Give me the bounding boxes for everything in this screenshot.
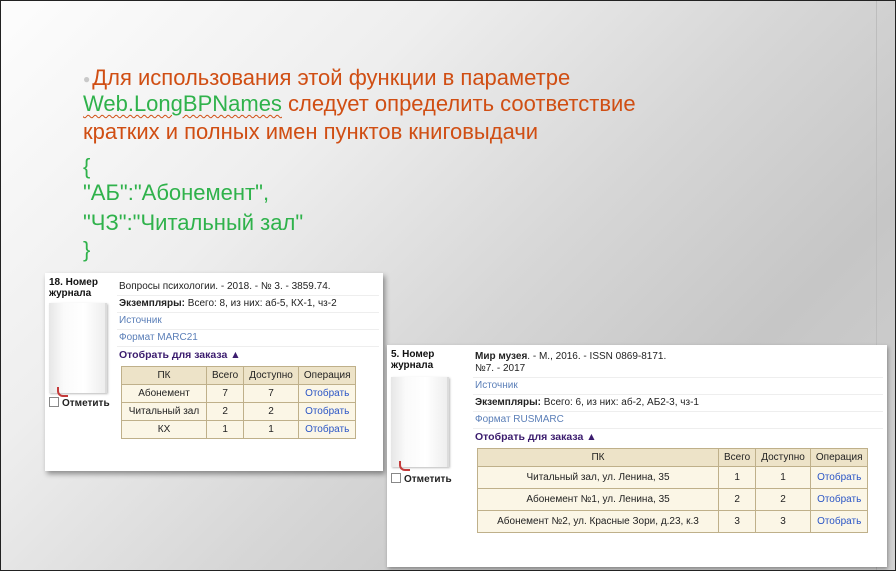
- source-link[interactable]: Источник: [117, 313, 379, 330]
- slide-line-1-text: Для использования этой функции в парамет…: [92, 65, 571, 90]
- slide: ●Для использования этой функции в параме…: [0, 0, 896, 571]
- table-cell: 2: [755, 488, 811, 511]
- table-cell: КХ: [121, 420, 207, 439]
- mapping-line-2: "ЧЗ":"Читальный зал": [83, 210, 304, 235]
- checkbox-icon[interactable]: [49, 397, 59, 407]
- table-row: Абонемент №1, ул. Ленина, 35 2 2 Отобрат…: [477, 488, 869, 511]
- slide-line-2: Web.LongBPNames следует определить соотв…: [83, 90, 636, 117]
- column-header: Доступно: [755, 448, 811, 467]
- brace-open: {: [83, 154, 91, 179]
- table-cell: Абонемент №1, ул. Ленина, 35: [477, 488, 719, 511]
- mark-label: Отметить: [404, 474, 452, 485]
- record-number: 18. Номер журнала: [49, 277, 98, 299]
- table-cell: 1: [205, 420, 245, 439]
- copies-value: Всего: 6, из них: аб-2, АБ2-3, чз-1: [541, 397, 699, 408]
- table-cell: Абонемент №2, ул. Красные Зори, д.23, к.…: [477, 510, 719, 533]
- table-cell: Абонемент: [121, 384, 207, 403]
- record-title-bold: Мир музея: [475, 351, 528, 362]
- table-row: Абонемент №2, ул. Красные Зори, д.23, к.…: [477, 510, 869, 533]
- card-2-info: Мир музея. - М., 2016. - ISSN 0869-8171.…: [473, 351, 883, 533]
- column-header: Операция: [809, 448, 869, 467]
- record-title-issue: №7. - 2017: [475, 363, 526, 374]
- record-number: 5. Номер журнала: [391, 349, 435, 371]
- table-cell: 1: [717, 466, 757, 489]
- select-link[interactable]: Отобрать: [297, 420, 357, 439]
- slide-line-1: ●Для использования этой функции в параме…: [83, 64, 570, 93]
- select-link[interactable]: Отобрать: [297, 384, 357, 403]
- table-row: Читальный зал, ул. Ленина, 35 1 1 Отобра…: [477, 466, 869, 489]
- table-cell: Читальный зал, ул. Ленина, 35: [477, 466, 719, 489]
- table-row: Читальный зал 2 2 Отобрать: [121, 402, 357, 421]
- copies-line: Экземпляры: Всего: 8, из них: аб-5, КХ-1…: [117, 296, 379, 313]
- mark-label: Отметить: [62, 398, 110, 409]
- record-title-rest: . - М., 2016. - ISSN 0869-8171.: [527, 351, 667, 362]
- source-link[interactable]: Источник: [473, 378, 883, 395]
- mark-checkbox[interactable]: Отметить: [49, 397, 111, 409]
- card-1-info: Вопросы психологии. - 2018. - № 3. - 385…: [117, 279, 379, 439]
- table-cell: 2: [717, 488, 757, 511]
- table-cell: 7: [205, 384, 245, 403]
- select-link[interactable]: Отобрать: [809, 488, 869, 511]
- table-cell: 2: [205, 402, 245, 421]
- param-name: Web.LongBPNames: [83, 91, 282, 116]
- column-header: ПК: [121, 366, 207, 385]
- checkbox-icon[interactable]: [391, 473, 401, 483]
- slide-line-3: кратких и полных имен пунктов книговыдач…: [83, 119, 539, 144]
- record-card-2: 5. Номер журнала Отметить Мир музея. - М…: [387, 345, 887, 567]
- slide-line-2-text: следует определить соответствие: [281, 91, 636, 116]
- copies-line: Экземпляры: Всего: 6, из них: аб-2, АБ2-…: [473, 395, 883, 412]
- copies-value: Всего: 8, из них: аб-5, КХ-1, чз-2: [185, 298, 337, 309]
- copies-label: Экземпляры:: [475, 397, 541, 408]
- table-cell: 7: [243, 384, 299, 403]
- bp-table: ПК Всего Доступно Операция Абонемент 7 7…: [121, 366, 357, 439]
- bp-table: ПК Всего Доступно Операция Читальный зал…: [477, 448, 869, 533]
- mark-checkbox[interactable]: Отметить: [391, 473, 453, 485]
- table-header-row: ПК Всего Доступно Операция: [477, 448, 869, 467]
- select-link[interactable]: Отобрать: [809, 466, 869, 489]
- record-title: Вопросы психологии. - 2018. - № 3. - 385…: [117, 279, 379, 296]
- mapping-line-1: "АБ":"Абонемент",: [83, 180, 270, 205]
- table-cell: 3: [755, 510, 811, 533]
- copies-label: Экземпляры:: [119, 298, 185, 309]
- column-header: Всего: [717, 448, 757, 467]
- table-cell: 1: [755, 466, 811, 489]
- card-2-sidebar: 5. Номер журнала Отметить: [391, 349, 453, 485]
- order-toggle[interactable]: Отобрать для заказа ▲: [473, 429, 883, 446]
- column-header: Доступно: [243, 366, 299, 385]
- select-link[interactable]: Отобрать: [297, 402, 357, 421]
- record-title: Мир музея. - М., 2016. - ISSN 0869-8171.…: [473, 351, 883, 378]
- format-link[interactable]: Формат RUSMARC: [473, 412, 883, 429]
- table-header-row: ПК Всего Доступно Операция: [121, 366, 357, 385]
- table-row: КХ 1 1 Отобрать: [121, 420, 357, 439]
- format-link[interactable]: Формат MARC21: [117, 330, 379, 347]
- column-header: ПК: [477, 448, 719, 467]
- table-cell: 2: [243, 402, 299, 421]
- table-cell: 1: [243, 420, 299, 439]
- column-header: Операция: [297, 366, 357, 385]
- order-toggle[interactable]: Отобрать для заказа ▲: [117, 347, 379, 364]
- table-row: Абонемент 7 7 Отобрать: [121, 384, 357, 403]
- card-1-sidebar: 18. Номер журнала Отметить: [49, 277, 111, 409]
- book-cover-icon: [391, 377, 449, 471]
- brace-close: }: [83, 237, 91, 262]
- column-header: Всего: [205, 366, 245, 385]
- table-cell: Читальный зал: [121, 402, 207, 421]
- select-link[interactable]: Отобрать: [809, 510, 869, 533]
- bullet-icon: ●: [83, 71, 91, 86]
- book-cover-icon: [49, 303, 107, 397]
- table-cell: 3: [717, 510, 757, 533]
- record-card-1: 18. Номер журнала Отметить Вопросы психо…: [45, 273, 383, 471]
